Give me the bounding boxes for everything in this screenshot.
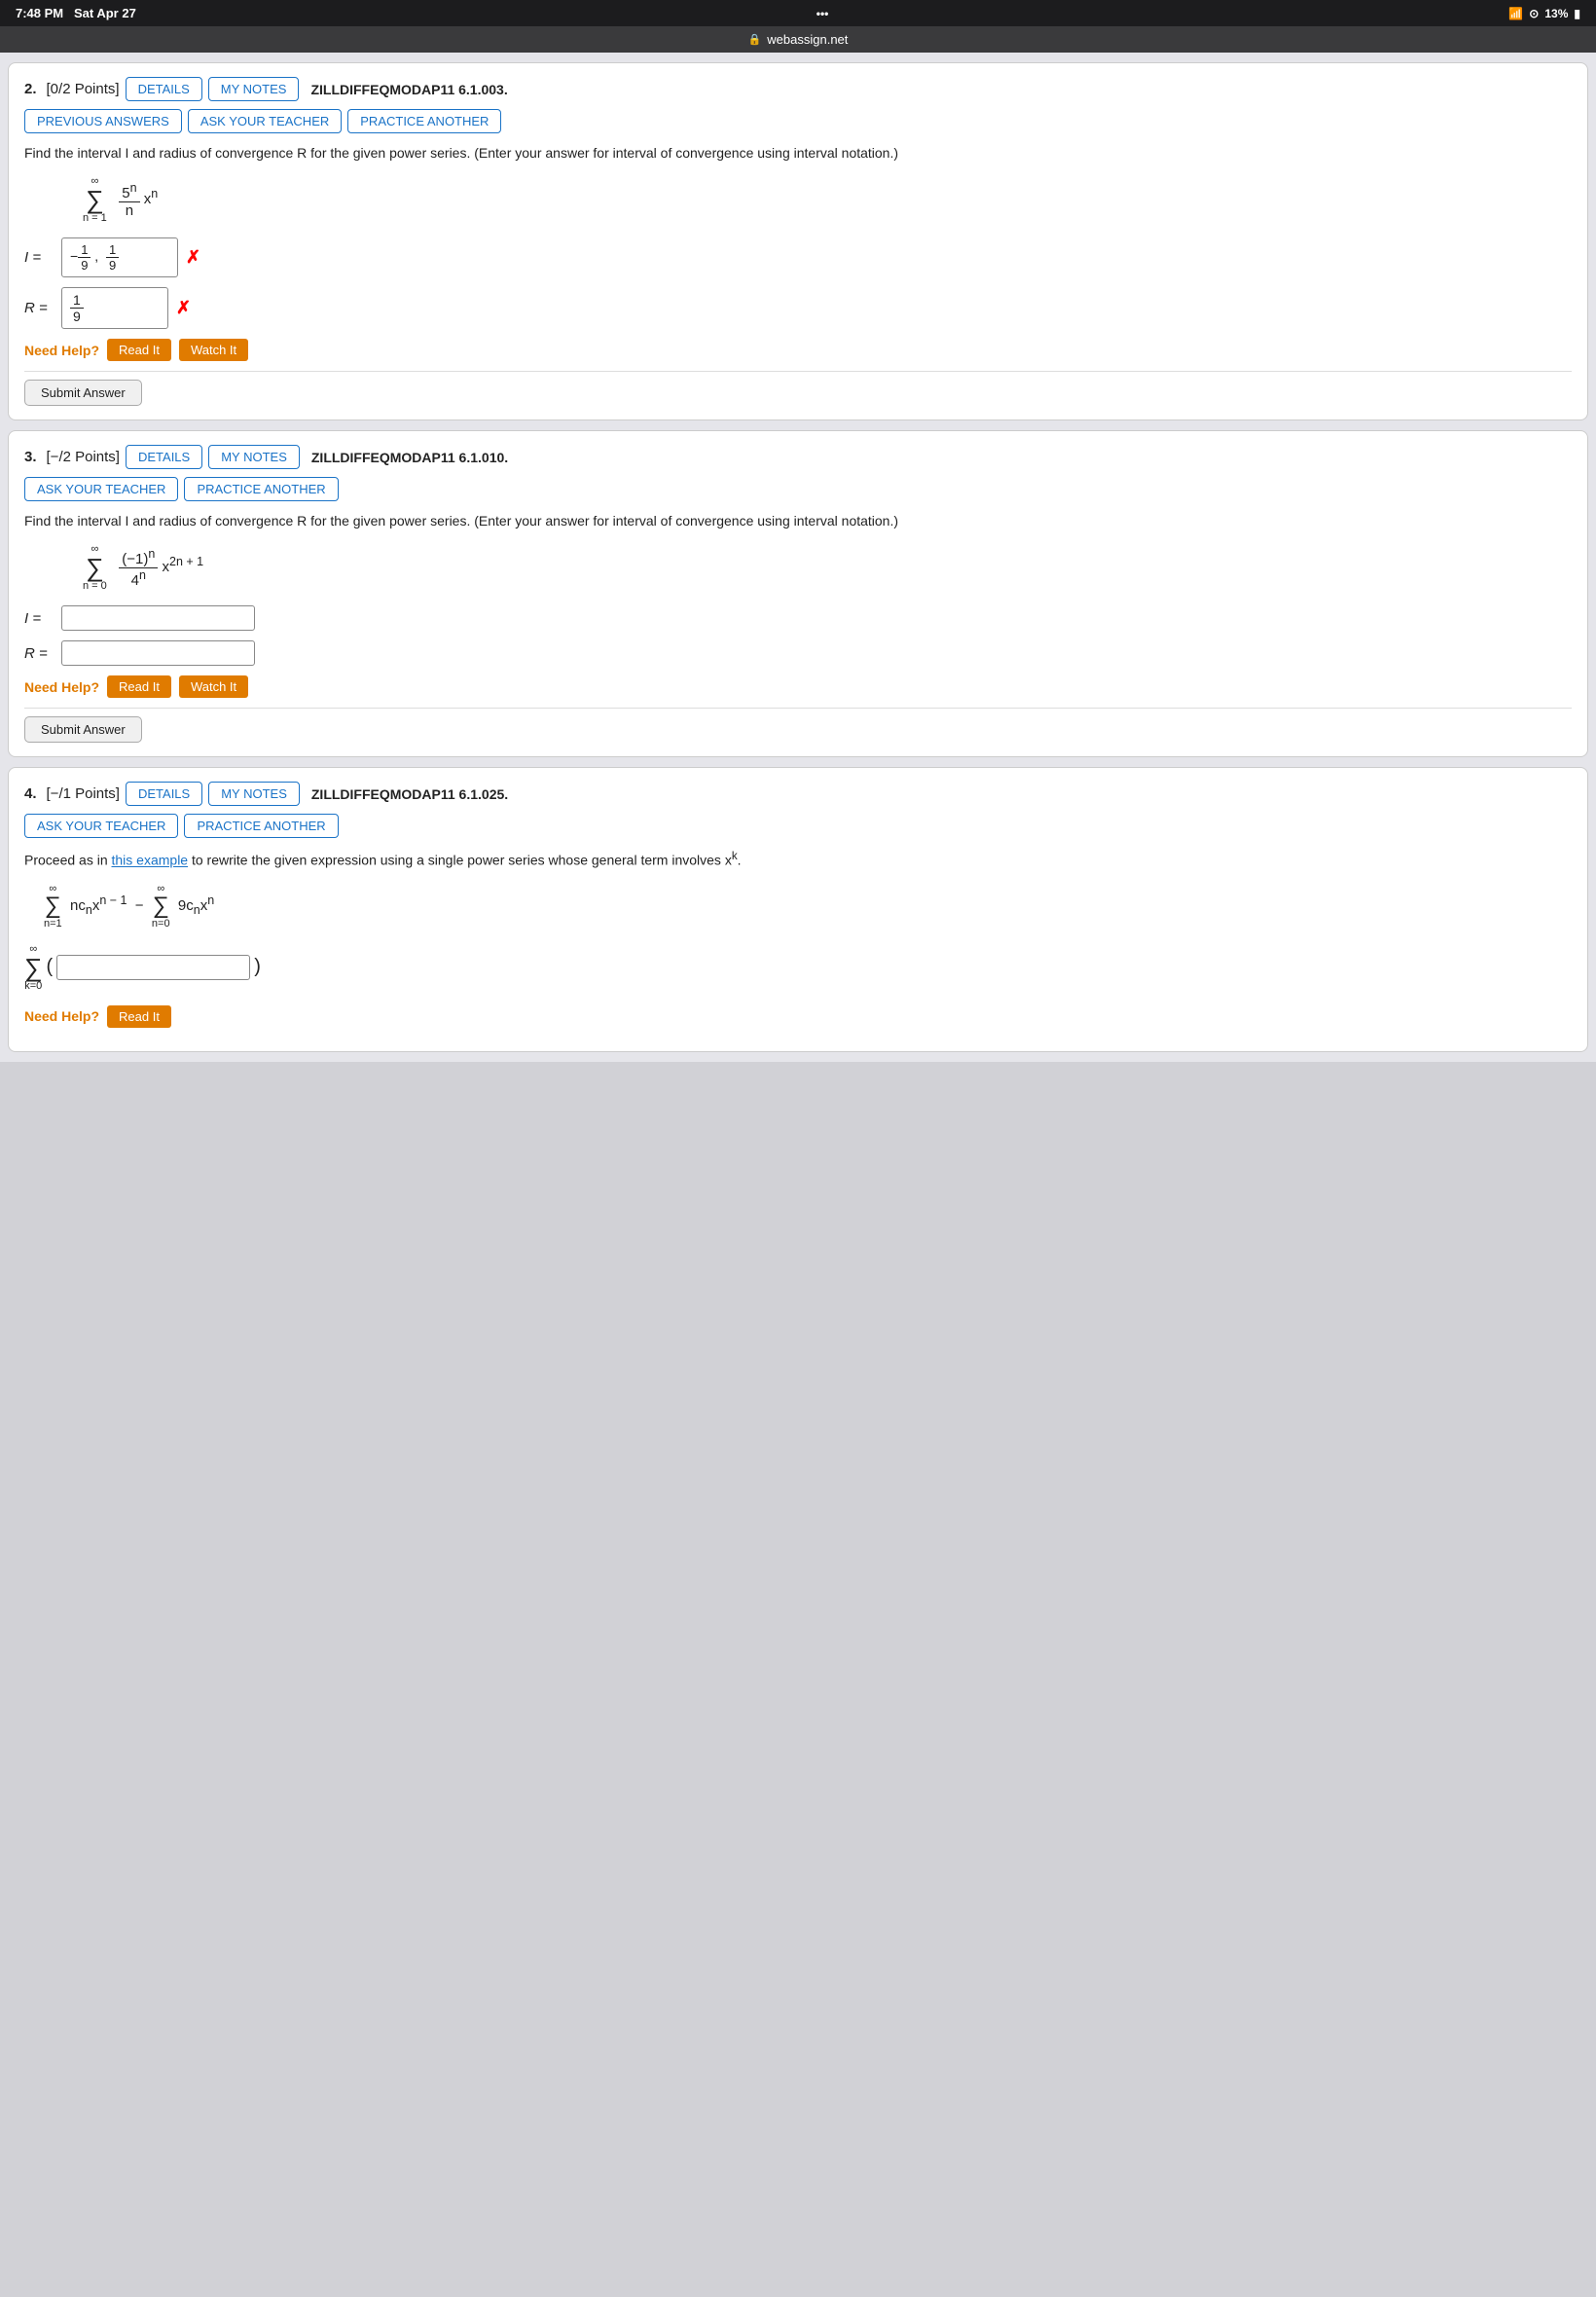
problem-2-watch-it-button[interactable]: Watch It: [179, 339, 248, 361]
problem-2-text: Find the interval I and radius of conver…: [24, 143, 1572, 164]
battery-icon: ▮: [1574, 7, 1580, 20]
problem-2-btn-row: PREVIOUS ANSWERS ASK YOUR TEACHER PRACTI…: [24, 109, 1572, 133]
problem-2-read-it-button[interactable]: Read It: [107, 339, 171, 361]
problem-2-i-row: I = − 1 9 , 1 9 ✗: [24, 237, 1572, 277]
problem-2-number: 2.: [24, 81, 37, 97]
problem-3-i-label: I =: [24, 610, 54, 627]
problem-2-i-label: I =: [24, 249, 54, 266]
lock-icon: 🔒: [748, 33, 762, 46]
problem-4-id: ZILLDIFFEQMODAP11 6.1.025.: [311, 786, 508, 802]
problem-4-mynotes-button[interactable]: MY NOTES: [208, 782, 300, 806]
problem-2-need-help-text: Need Help?: [24, 343, 99, 358]
problem-2-details-button[interactable]: DETAILS: [126, 77, 202, 101]
problem-3-r-row: R =: [24, 640, 1572, 666]
problem-3-details-button[interactable]: DETAILS: [126, 445, 202, 469]
problem-3-id: ZILLDIFFEQMODAP11 6.1.010.: [311, 450, 508, 465]
problem-3-mynotes-button[interactable]: MY NOTES: [208, 445, 300, 469]
problem-3-i-row: I =: [24, 605, 1572, 631]
problem-3-header: 3. [−/2 Points] DETAILS MY NOTES ZILLDIF…: [24, 445, 1572, 469]
problem-2-need-help: Need Help? Read It Watch It: [24, 339, 1572, 361]
problem-3-r-input[interactable]: [61, 640, 255, 666]
problem-3-read-it-button[interactable]: Read It: [107, 675, 171, 698]
status-indicators: 📶 ⊙ 13% ▮: [1508, 7, 1580, 20]
problem-4-example-link[interactable]: this example: [112, 853, 189, 868]
problem-2-i-box[interactable]: − 1 9 , 1 9: [61, 237, 178, 277]
problem-3-btn-row: ASK YOUR TEACHER PRACTICE ANOTHER: [24, 477, 1572, 501]
status-bar: 7:48 PM Sat Apr 27 ••• 📶 ⊙ 13% ▮: [0, 0, 1596, 26]
browser-bar: 🔒 webassign.net: [0, 26, 1596, 53]
problem-3-i-input[interactable]: [61, 605, 255, 631]
problem-2-header: 2. [0/2 Points] DETAILS MY NOTES ZILLDIF…: [24, 77, 1572, 101]
problem-2-submit-row: Submit Answer: [24, 380, 1572, 406]
main-content: 2. [0/2 Points] DETAILS MY NOTES ZILLDIF…: [0, 53, 1596, 1062]
problem-4-answer-input[interactable]: [56, 955, 250, 980]
problem-4-ask-teacher-button[interactable]: ASK YOUR TEACHER: [24, 814, 178, 838]
problem-4-answer-row: ∞ ∑ k=0 ( ): [24, 943, 1572, 992]
problem-3-text: Find the interval I and radius of conver…: [24, 511, 1572, 531]
problem-3-number: 3.: [24, 449, 37, 465]
browser-dots: •••: [816, 7, 829, 20]
problem-4-header: 4. [−/1 Points] DETAILS MY NOTES ZILLDIF…: [24, 782, 1572, 806]
problem-2-r-box[interactable]: 1 9: [61, 287, 168, 329]
problem-4-number: 4.: [24, 785, 37, 802]
problem-2-mynotes-button[interactable]: MY NOTES: [208, 77, 300, 101]
problem-2-ask-teacher-button[interactable]: ASK YOUR TEACHER: [188, 109, 342, 133]
problem-3-ask-teacher-button[interactable]: ASK YOUR TEACHER: [24, 477, 178, 501]
problem-3-practice-button[interactable]: PRACTICE ANOTHER: [184, 477, 338, 501]
problem-2-r-wrong: ✗: [176, 298, 191, 318]
problem-3-points: [−/2 Points]: [47, 449, 120, 465]
signal-icon: ⊙: [1529, 7, 1539, 20]
problem-3-submit-row: Submit Answer: [24, 716, 1572, 743]
url-display: webassign.net: [767, 32, 848, 47]
problem-2-i-wrong: ✗: [186, 247, 200, 268]
problem-4-practice-button[interactable]: PRACTICE ANOTHER: [184, 814, 338, 838]
problem-2-practice-button[interactable]: PRACTICE ANOTHER: [347, 109, 501, 133]
problem-3-watch-it-button[interactable]: Watch It: [179, 675, 248, 698]
problem-3-r-label: R =: [24, 645, 54, 662]
problem-4-need-help-text: Need Help?: [24, 1008, 99, 1024]
problem-2-r-row: R = 1 9 ✗: [24, 287, 1572, 329]
time-date: 7:48 PM Sat Apr 27: [16, 6, 136, 20]
problem-4-need-help: Need Help? Read It: [24, 1005, 1572, 1028]
problem-2-card: 2. [0/2 Points] DETAILS MY NOTES ZILLDIF…: [8, 62, 1588, 420]
problem-3-card: 3. [−/2 Points] DETAILS MY NOTES ZILLDIF…: [8, 430, 1588, 757]
problem-2-prev-answers-button[interactable]: PREVIOUS ANSWERS: [24, 109, 182, 133]
problem-3-need-help-text: Need Help?: [24, 679, 99, 695]
problem-2-submit-button[interactable]: Submit Answer: [24, 380, 142, 406]
problem-4-details-button[interactable]: DETAILS: [126, 782, 202, 806]
battery-percent: 13%: [1544, 7, 1568, 20]
wifi-icon: 📶: [1508, 7, 1523, 20]
problem-4-card: 4. [−/1 Points] DETAILS MY NOTES ZILLDIF…: [8, 767, 1588, 1052]
problem-4-series: ∞ ∑ n=1 ncnxn − 1 − ∞ ∑ n=0 9cnxn: [44, 883, 1572, 930]
problem-2-series: ∞ ∑ n = 1 5n n xn: [83, 175, 1572, 224]
problem-4-read-it-button[interactable]: Read It: [107, 1005, 171, 1028]
problem-3-need-help: Need Help? Read It Watch It: [24, 675, 1572, 698]
problem-3-series: ∞ ∑ n = 0 (−1)n 4n x2n + 1: [83, 543, 1572, 592]
problem-2-points: [0/2 Points]: [47, 81, 120, 97]
problem-4-text: Proceed as in this example to rewrite th…: [24, 848, 1572, 871]
problem-2-divider: [24, 371, 1572, 372]
problem-2-r-label: R =: [24, 300, 54, 316]
problem-4-points: [−/1 Points]: [47, 785, 120, 802]
problem-4-btn-row: ASK YOUR TEACHER PRACTICE ANOTHER: [24, 814, 1572, 838]
problem-3-divider: [24, 708, 1572, 709]
problem-2-id: ZILLDIFFEQMODAP11 6.1.003.: [310, 82, 507, 97]
problem-3-submit-button[interactable]: Submit Answer: [24, 716, 142, 743]
